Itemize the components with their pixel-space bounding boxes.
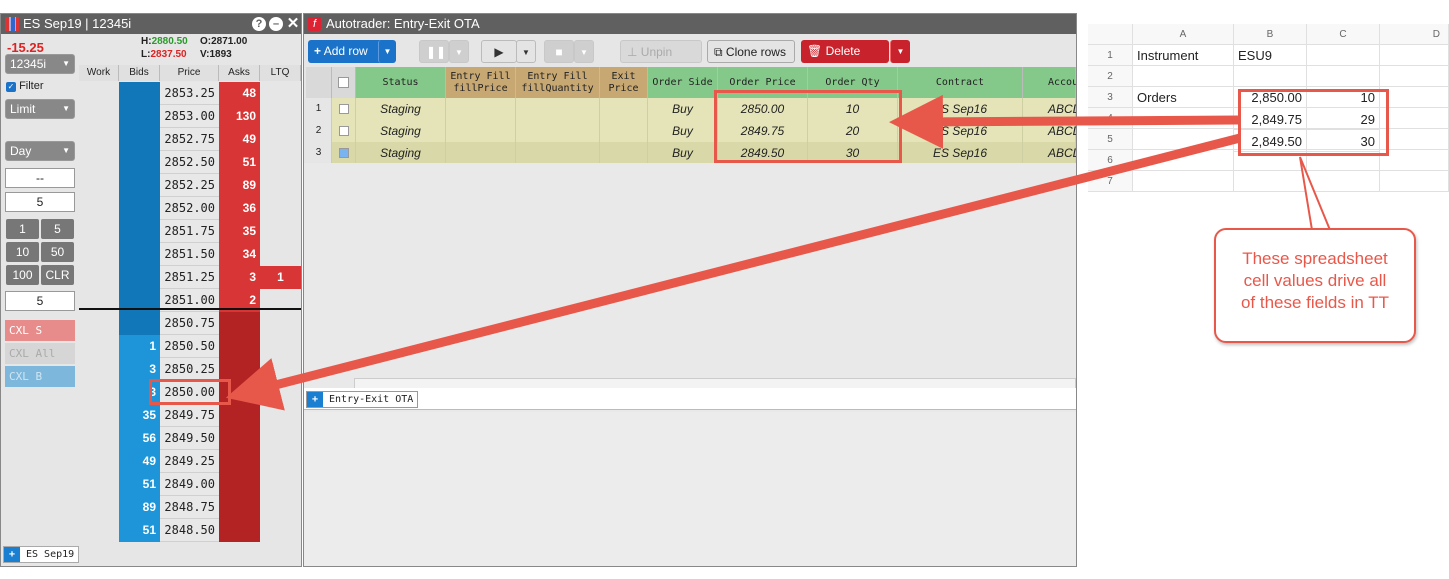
explanation-callout: These spreadsheet cell values drive all … [1214,228,1416,343]
callout-pointer [1299,156,1332,231]
callout-line-3: of these fields in TT [1240,293,1390,312]
callout-line-1: These spreadsheet [1242,249,1388,268]
arrow-to-ladder [225,133,1242,411]
callout-line-2: cell values drive all [1243,271,1387,290]
arrow-to-grid [889,94,1239,149]
